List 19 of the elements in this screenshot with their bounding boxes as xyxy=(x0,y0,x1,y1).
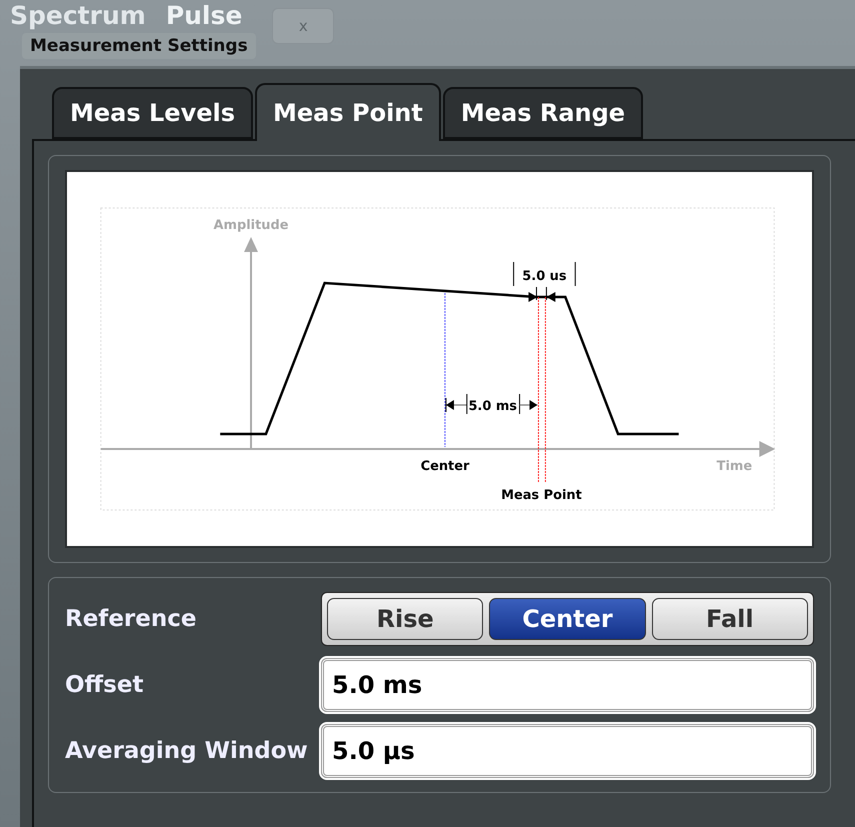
center-label: Center xyxy=(420,458,470,474)
tab[interactable]: Meas Levels xyxy=(52,87,253,139)
window-value-label: 5.0 us xyxy=(522,268,567,284)
tab[interactable]: Meas Range xyxy=(442,87,644,139)
axis-label: Amplitude xyxy=(214,218,288,233)
axis-label: Time xyxy=(716,458,752,474)
window-dimension xyxy=(513,262,576,302)
dialog-title: Measurement Settings xyxy=(22,33,256,59)
reference-option[interactable]: Fall xyxy=(652,598,808,640)
input-field[interactable]: 5.0 µs xyxy=(321,724,814,778)
field-label: Averaging Window xyxy=(65,738,309,764)
tab[interactable]: Meas Point xyxy=(255,83,441,141)
input-field[interactable]: 5.0 ms xyxy=(321,658,814,712)
field-label: Reference xyxy=(65,606,198,632)
meas-point-label: Meas Point xyxy=(501,488,582,503)
reference-option[interactable]: Center xyxy=(489,598,646,640)
field-label: Offset xyxy=(65,672,144,698)
offset-value-label: 5.0 ms xyxy=(468,398,517,414)
reference-option[interactable]: Rise xyxy=(327,598,484,640)
